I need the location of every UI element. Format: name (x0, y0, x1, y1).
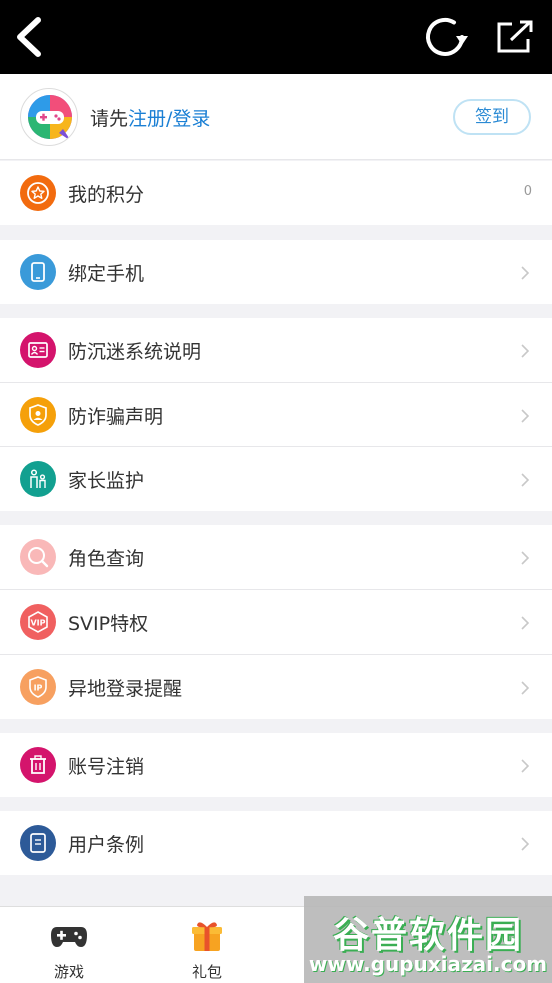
tab-games[interactable]: 游戏 (0, 907, 138, 983)
document-icon (20, 825, 56, 861)
ip-shield-icon: IP (20, 669, 56, 705)
menu-item-bind-phone[interactable]: 绑定手机 (0, 240, 552, 304)
gift-icon (192, 922, 222, 951)
chevron-right-icon (521, 681, 530, 695)
menu-item-account-cancel[interactable]: 账号注销 (0, 733, 552, 797)
menu-item-role-query[interactable]: 角色查询 (0, 525, 552, 589)
login-prompt: 请先注册/登录 (90, 104, 210, 131)
chevron-left-icon (17, 17, 41, 57)
chevron-right-icon (521, 837, 530, 851)
parental-label: 家长监护 (68, 470, 145, 492)
refresh-button[interactable] (422, 14, 472, 60)
gamepad-icon (51, 927, 87, 947)
svg-text:IP: IP (34, 684, 43, 693)
remote-login-label: 异地登录提醒 (68, 678, 183, 700)
chevron-right-icon (521, 409, 530, 423)
external-share-icon (497, 20, 533, 53)
shield-user-icon (20, 397, 56, 433)
user-terms-label: 用户条例 (68, 834, 145, 856)
anti-addiction-label: 防沉迷系统说明 (68, 341, 202, 363)
watermark-url: www.gupuxiazai.com (308, 952, 548, 976)
id-card-icon (20, 332, 56, 368)
sign-in-button[interactable]: 签到 (453, 99, 531, 135)
vip-badge-icon: VIP (20, 604, 56, 640)
tab-games-label: 游戏 (53, 963, 84, 981)
menu-item-anti-fraud[interactable]: 防诈骗声明 (0, 383, 552, 447)
chevron-right-icon (521, 344, 530, 358)
star-icon (20, 175, 56, 211)
menu-item-svip[interactable]: VIP SVIP特权 (0, 590, 552, 654)
chevron-right-icon (521, 473, 530, 487)
family-icon (20, 461, 56, 497)
menu-item-parental[interactable]: 家长监护 (0, 447, 552, 511)
menu-item-user-terms[interactable]: 用户条例 (0, 811, 552, 875)
anti-fraud-label: 防诈骗声明 (68, 406, 164, 428)
magnifier-icon (20, 539, 56, 575)
login-prompt-prefix: 请先 (90, 108, 129, 130)
avatar[interactable] (20, 88, 78, 146)
points-value: 0 (523, 184, 532, 199)
chevron-right-icon (521, 551, 530, 565)
register-login-link[interactable]: 注册/登录 (128, 108, 210, 130)
phone-icon (20, 254, 56, 290)
bind-phone-label: 绑定手机 (68, 263, 145, 285)
chevron-right-icon (521, 759, 530, 773)
menu-item-anti-addiction[interactable]: 防沉迷系统说明 (0, 318, 552, 382)
tab-gifts[interactable]: 礼包 (138, 907, 276, 983)
refresh-icon (426, 17, 468, 56)
share-button[interactable] (494, 18, 536, 56)
profile-header: 请先注册/登录 签到 (0, 74, 552, 160)
svg-text:VIP: VIP (30, 619, 45, 628)
watermark: 谷普软件园 www.gupuxiazai.com (304, 896, 552, 983)
trash-icon (20, 747, 56, 783)
game-logo-icon (28, 95, 72, 141)
chevron-right-icon (521, 616, 530, 630)
points-label: 我的积分 (68, 184, 145, 206)
menu-item-remote-login[interactable]: IP 异地登录提醒 (0, 655, 552, 719)
back-button[interactable] (10, 14, 50, 60)
role-query-label: 角色查询 (68, 548, 145, 570)
tab-gifts-label: 礼包 (191, 963, 222, 981)
watermark-title: 谷普软件园 (332, 915, 523, 956)
menu-item-points[interactable]: 我的积分 0 (0, 161, 552, 225)
top-bar (0, 0, 552, 74)
account-cancel-label: 账号注销 (68, 756, 145, 778)
svip-label: SVIP特权 (68, 613, 149, 635)
chevron-right-icon (521, 266, 530, 280)
